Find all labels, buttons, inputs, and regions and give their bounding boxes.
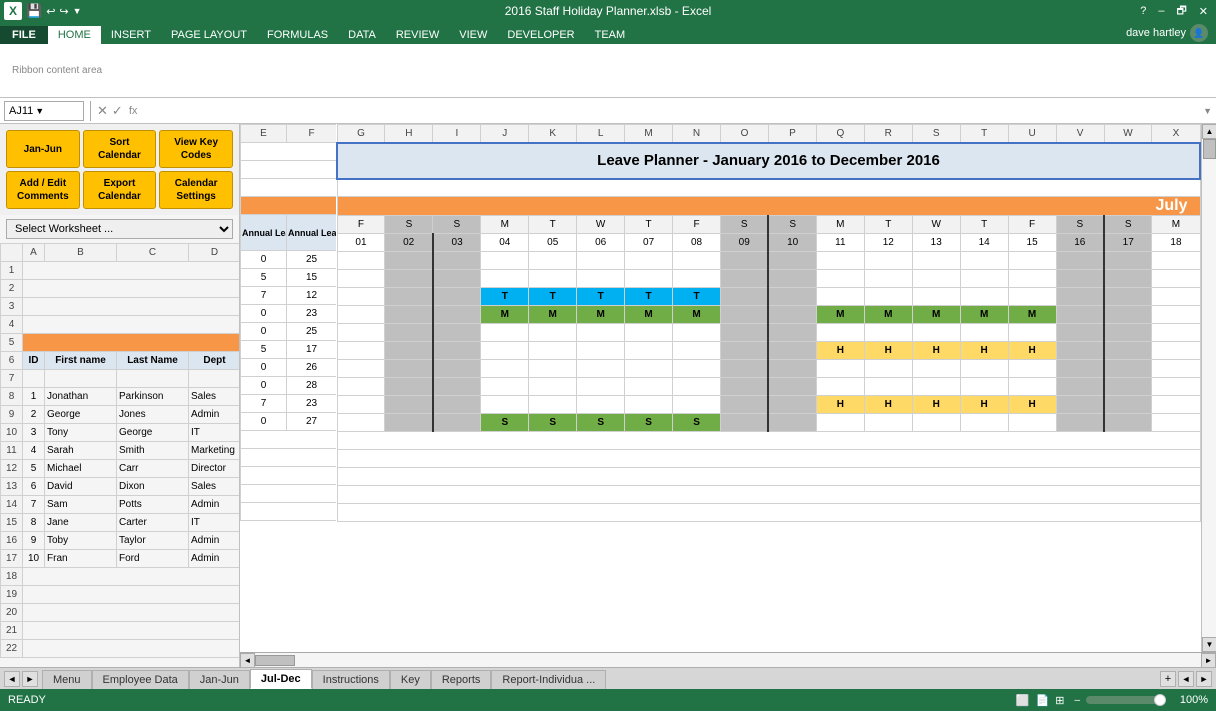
scroll-left-btn[interactable]: ◄ [240, 653, 255, 668]
restore-btn[interactable]: 🗗 [1172, 2, 1190, 21]
normal-view-icon[interactable]: ⬜ [1016, 694, 1030, 707]
scroll-up-btn[interactable]: ▲ [1202, 124, 1216, 139]
tab-team[interactable]: TEAM [585, 26, 636, 44]
sheet-tab-employee-data[interactable]: Employee Data [92, 670, 189, 689]
month-header: July [337, 197, 1200, 216]
undo-icon[interactable]: ↩ [46, 5, 55, 18]
table-row: 17 10 Fran Ford Admin [1, 550, 240, 568]
formula-input[interactable] [141, 101, 1199, 121]
window-title: 2016 Staff Holiday Planner.xlsb - Excel [505, 4, 712, 18]
help-btn[interactable]: ? [1136, 5, 1150, 17]
table-row: 12 5 Michael Carr Director [1, 460, 240, 478]
tab-file[interactable]: FILE [0, 26, 48, 44]
close-btn[interactable]: ✕ [1195, 5, 1212, 18]
sheet-tab-reports[interactable]: Reports [431, 670, 492, 689]
view-key-codes-button[interactable]: View KeyCodes [159, 130, 233, 168]
zoom-slider[interactable] [1086, 696, 1166, 704]
cancel-formula-icon[interactable]: ✕ [97, 103, 108, 119]
save-icon[interactable]: 💾 [26, 3, 42, 19]
insert-function-icon[interactable]: fx [129, 105, 138, 117]
table-row: 14 7 Sam Potts Admin [1, 496, 240, 514]
jan-jun-button[interactable]: Jan-Jun [6, 130, 80, 168]
redo-icon[interactable]: ↪ [59, 5, 68, 18]
sheet-tab-instructions[interactable]: Instructions [312, 670, 390, 689]
tab-nav-next[interactable]: ► [22, 671, 38, 687]
table-row: 15 8 Jane Carter IT [1, 514, 240, 532]
table-row: 10 3 Tony George IT [1, 424, 240, 442]
zoom-percent: 100% [1172, 694, 1208, 706]
calendar-settings-button[interactable]: CalendarSettings [159, 171, 233, 209]
tab-data[interactable]: DATA [338, 26, 386, 44]
add-sheet-btn[interactable]: + [1160, 671, 1176, 687]
sheet-scroll-right[interactable]: ► [1196, 671, 1212, 687]
table-row: 13 6 David Dixon Sales [1, 478, 240, 496]
leave-planner-title: Leave Planner - January 2016 to December… [337, 143, 1200, 179]
table-row: 11 4 Sarah Smith Marketing [1, 442, 240, 460]
tab-formulas[interactable]: FORMULAS [257, 26, 338, 44]
add-edit-comments-button[interactable]: Add / EditComments [6, 171, 80, 209]
page-break-icon[interactable]: ⊞ [1055, 694, 1064, 707]
table-row: 9 2 George Jones Admin [1, 406, 240, 424]
tab-review[interactable]: REVIEW [386, 26, 449, 44]
sheet-tab-key[interactable]: Key [390, 670, 431, 689]
tab-home[interactable]: HOME [48, 26, 101, 44]
sheet-tab-report-individual[interactable]: Report-Individua ... [491, 670, 606, 689]
sort-calendar-button[interactable]: SortCalendar [83, 130, 157, 168]
table-row: 8 1 Jonathan Parkinson Sales [1, 388, 240, 406]
minimize-btn[interactable]: – [1154, 5, 1168, 17]
sheet-tab-menu[interactable]: Menu [42, 670, 92, 689]
tab-insert[interactable]: INSERT [101, 26, 161, 44]
excel-icon: X [4, 2, 22, 20]
sheet-tab-jul-dec[interactable]: Jul-Dec [250, 669, 312, 689]
tab-nav-prev[interactable]: ◄ [4, 671, 20, 687]
page-layout-icon[interactable]: 📄 [1036, 694, 1050, 707]
export-calendar-button[interactable]: ExportCalendar [83, 171, 157, 209]
confirm-formula-icon[interactable]: ✓ [112, 103, 123, 119]
scroll-right-btn[interactable]: ► [1201, 653, 1216, 668]
tab-developer[interactable]: DEVELOPER [497, 26, 584, 44]
user-name: dave hartley [1126, 27, 1186, 39]
user-avatar: 👤 [1190, 24, 1208, 42]
quick-access-icon[interactable]: ▼ [73, 6, 82, 16]
scroll-down-btn[interactable]: ▼ [1202, 637, 1216, 652]
tab-page-layout[interactable]: PAGE LAYOUT [161, 26, 257, 44]
name-box[interactable]: AJ11 ▼ [4, 101, 84, 121]
sheet-scroll-left[interactable]: ◄ [1178, 671, 1194, 687]
worksheet-select[interactable]: Select Worksheet ... [6, 219, 233, 239]
tab-view[interactable]: VIEW [449, 26, 497, 44]
table-row: 16 9 Toby Taylor Admin [1, 532, 240, 550]
status-ready: READY [8, 694, 46, 706]
expand-formula-icon[interactable]: ▼ [1203, 106, 1212, 116]
sheet-tab-jan-jun[interactable]: Jan-Jun [189, 670, 250, 689]
